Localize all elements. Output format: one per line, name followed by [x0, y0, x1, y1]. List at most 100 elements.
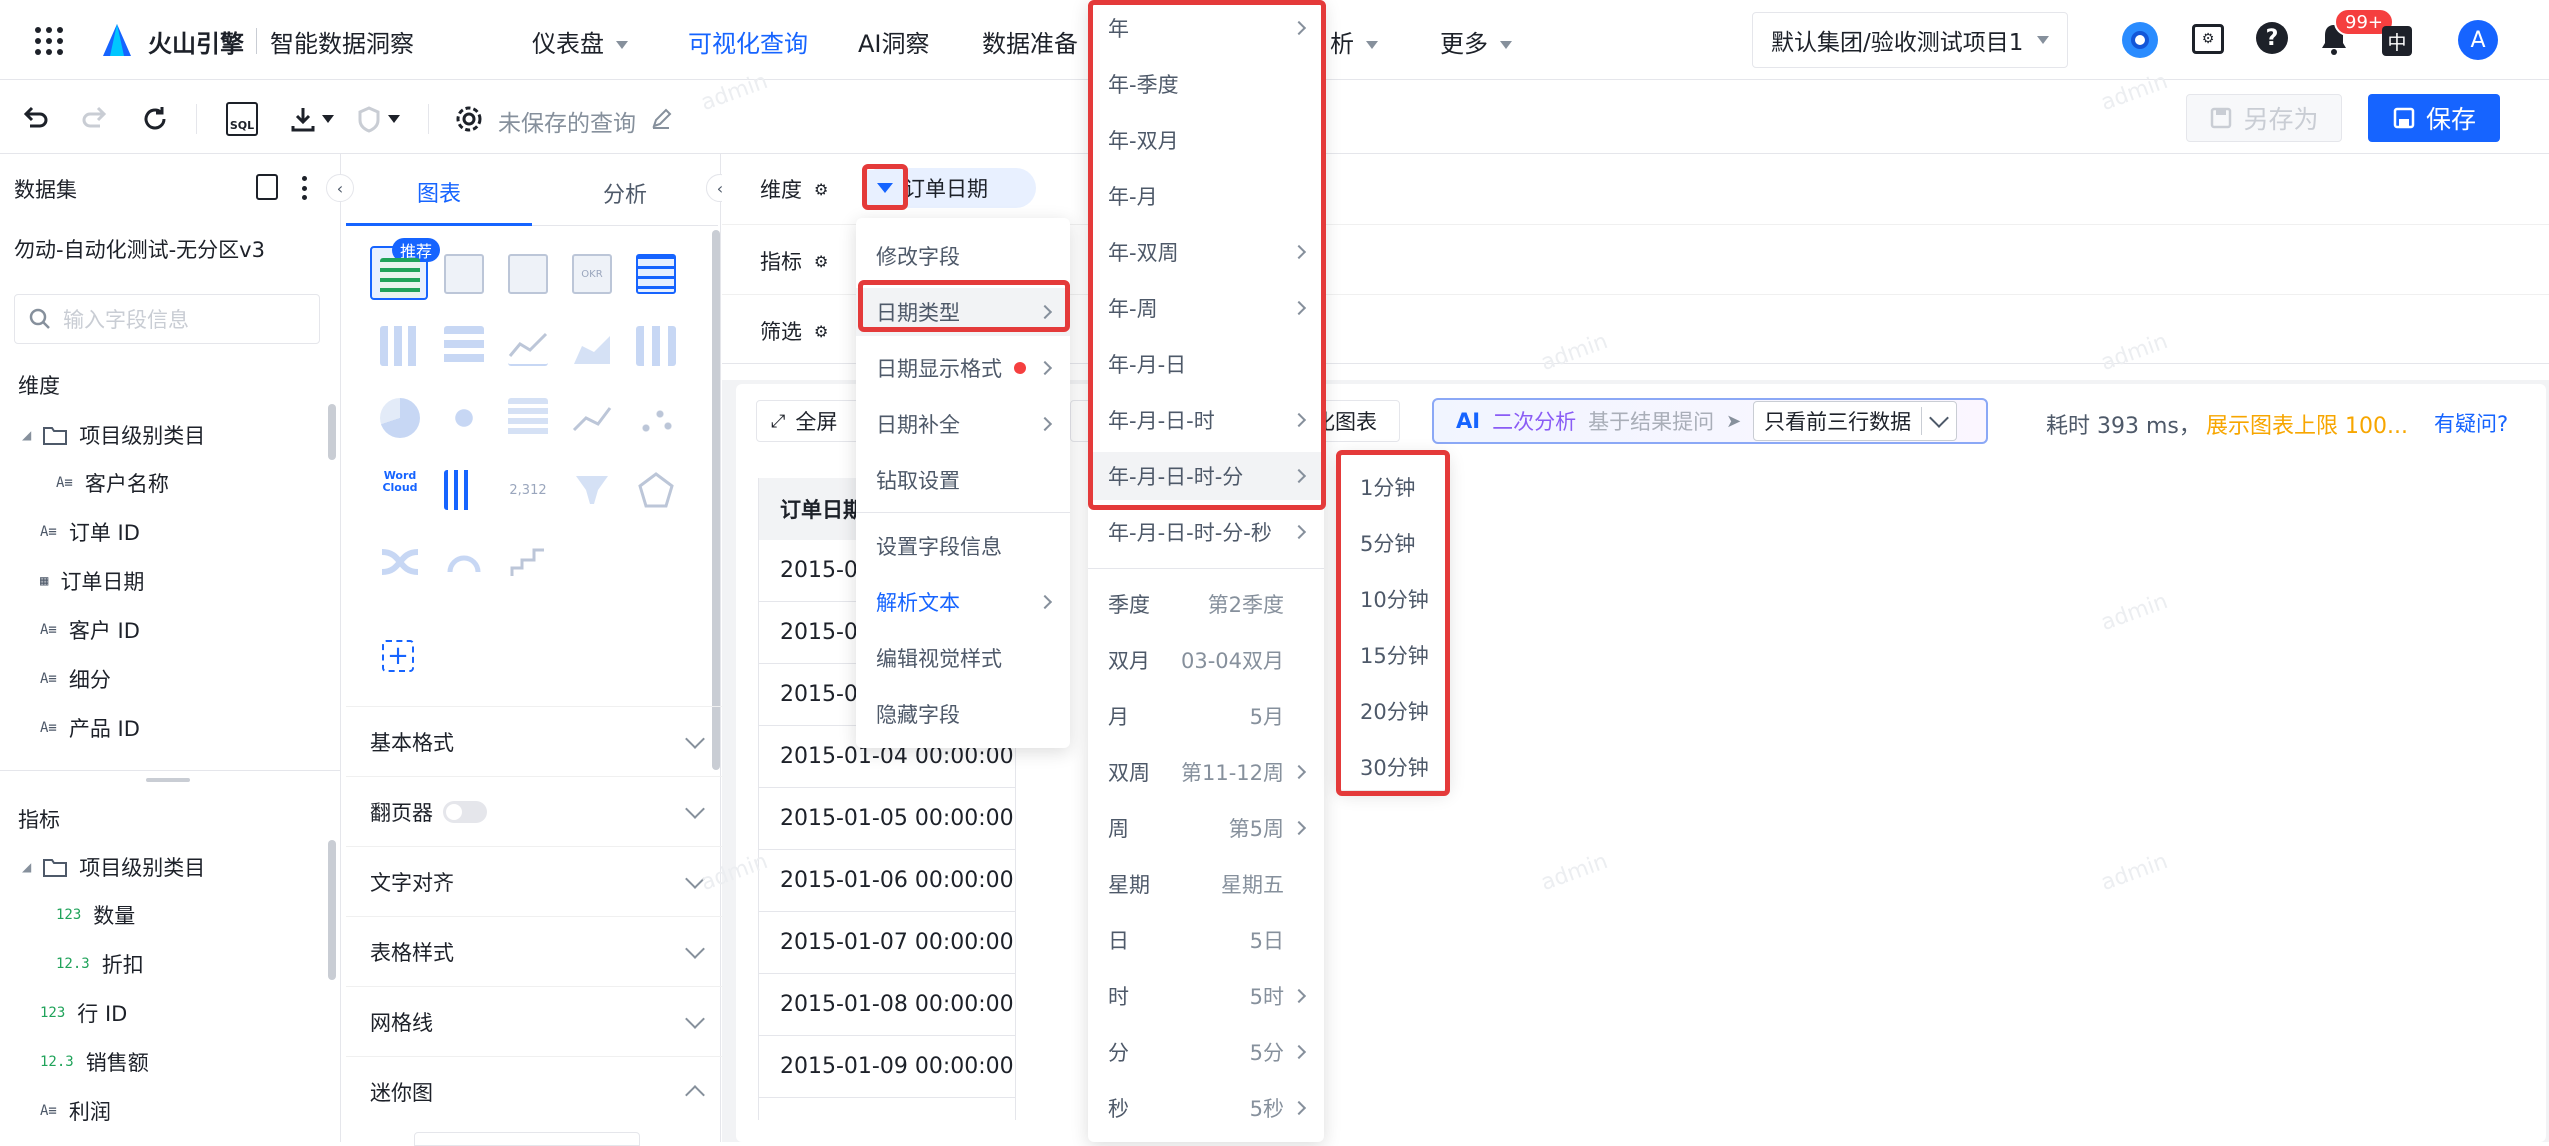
section-basic-format[interactable]: 基本格式 — [346, 706, 726, 776]
dataset-name[interactable]: 勿动-自动化测试-无分区v3 — [14, 234, 265, 264]
nav-visual-query[interactable]: 可视化查询 — [688, 24, 808, 59]
project-selector[interactable]: 默认集团/验收测试项目1 — [1752, 12, 2068, 68]
date-part-quarter[interactable]: 季度 第2季度 — [1088, 580, 1324, 628]
send-icon[interactable]: ➤ — [1726, 411, 1741, 432]
chip-dropdown-button[interactable] — [866, 170, 904, 206]
menu-item-drill-settings[interactable]: 钻取设置 — [856, 456, 1070, 504]
dimension-field[interactable]: A≡ 细分 — [40, 664, 111, 694]
nav-analysis[interactable]: 析 — [1330, 24, 1378, 59]
map-chart-icon[interactable] — [444, 398, 484, 438]
cross-table-icon[interactable] — [508, 254, 548, 294]
minute-option[interactable]: 30分钟 — [1338, 742, 1448, 792]
sql-icon[interactable]: SQL — [226, 102, 258, 136]
language-toggle[interactable]: 中 — [2382, 26, 2412, 56]
detail-table-icon[interactable] — [636, 254, 676, 294]
section-table-style[interactable]: 表格样式 — [346, 916, 726, 986]
undo-icon[interactable] — [20, 104, 50, 134]
avatar[interactable]: A — [2458, 20, 2498, 60]
funnel-icon[interactable] — [572, 470, 612, 510]
nav-dashboard[interactable]: 仪表盘 — [532, 24, 628, 59]
menu-item-parse-text[interactable]: 解析文本 — [856, 578, 1070, 626]
date-part-biweek[interactable]: 双周 第11-12周 — [1088, 748, 1324, 796]
refresh-icon[interactable] — [140, 104, 170, 134]
date-type-year-month-day[interactable]: 年-月-日 — [1088, 340, 1324, 388]
menu-item-date-fill[interactable]: 日期补全 — [856, 400, 1070, 448]
sankey-icon[interactable] — [380, 542, 420, 582]
minute-option[interactable]: 15分钟 — [1338, 630, 1448, 680]
ai-option-select[interactable]: 只看前三行数据 — [1753, 401, 1958, 441]
step-chart-icon[interactable] — [508, 542, 548, 582]
line-chart-icon[interactable] — [508, 326, 548, 366]
scrollbar[interactable] — [712, 230, 720, 770]
section-sparkline[interactable]: 迷你图 — [346, 1056, 726, 1126]
combo-chart-icon[interactable] — [636, 326, 676, 366]
metric-field[interactable]: 12.3 折扣 — [56, 949, 144, 979]
more-vertical-icon[interactable] — [302, 176, 308, 200]
date-part-bimonth[interactable]: 双月 03-04双月 — [1088, 636, 1324, 684]
settings-box-icon[interactable]: ⚙ — [2192, 24, 2224, 54]
redo-icon[interactable] — [80, 104, 110, 134]
menu-item-date-format[interactable]: 日期显示格式 — [856, 344, 1070, 392]
date-type-year-quarter[interactable]: 年-季度 — [1088, 60, 1324, 108]
date-type-year-bimonth[interactable]: 年-双月 — [1088, 116, 1324, 164]
minute-option[interactable]: 10分钟 — [1338, 574, 1448, 624]
menu-item-visual-style[interactable]: 编辑视觉样式 — [856, 634, 1070, 682]
date-part-day[interactable]: 日 5日 — [1088, 916, 1324, 964]
waterfall-icon[interactable] — [572, 398, 612, 438]
help-icon[interactable]: ? — [2256, 22, 2288, 54]
scrollbar[interactable] — [328, 840, 336, 980]
nav-data-prep[interactable]: 数据准备 — [982, 24, 1078, 59]
pie-chart-icon[interactable] — [380, 398, 420, 438]
date-type-ymd-hour[interactable]: 年-月-日-时 — [1088, 396, 1324, 444]
date-type-year-month[interactable]: 年-月 — [1088, 172, 1324, 220]
save-button[interactable]: 保存 — [2368, 94, 2500, 142]
help-link[interactable]: 有疑问? — [2434, 408, 2508, 438]
kpi-icon[interactable]: OKR — [572, 254, 612, 294]
app-ring-icon[interactable] — [2122, 22, 2158, 58]
date-type-year-week[interactable]: 年-周 — [1088, 284, 1324, 332]
menu-item-field-info[interactable]: 设置字段信息 — [856, 522, 1070, 570]
radar-icon[interactable] — [636, 470, 676, 510]
indicator-card-icon[interactable]: 2,312 — [508, 470, 548, 510]
query-title[interactable]: 未保存的查询 — [498, 104, 636, 138]
dimension-folder[interactable]: ◢ 项目级别类目 — [22, 420, 205, 450]
date-part-week[interactable]: 周第5周 — [1088, 804, 1324, 852]
area-chart-icon[interactable] — [572, 326, 612, 366]
add-chart-icon[interactable]: + — [382, 640, 414, 672]
date-part-hour[interactable]: 时 5时 — [1088, 972, 1324, 1020]
gear-icon[interactable]: ⚙ — [814, 180, 828, 199]
date-type-year[interactable]: 年 — [1088, 4, 1324, 52]
save-as-button[interactable]: 另存为 — [2186, 94, 2342, 142]
tab-analysis[interactable]: 分析 — [532, 160, 718, 226]
lock-share-icon[interactable] — [354, 102, 404, 136]
horizontal-bar-icon[interactable] — [444, 326, 484, 366]
dimension-field[interactable]: A≡ 客户名称 — [56, 468, 169, 498]
date-part-weekday[interactable]: 星期 星期五 — [1088, 860, 1324, 908]
date-part-second[interactable]: 秒 5秒 — [1088, 1084, 1324, 1132]
histogram-icon[interactable] — [444, 470, 484, 510]
edit-pencil-icon[interactable] — [650, 108, 672, 130]
apps-grid-icon[interactable] — [34, 26, 64, 56]
date-part-minute[interactable]: 分 5分 — [1088, 1028, 1324, 1076]
menu-item-hide-field[interactable]: 隐藏字段 — [856, 690, 1070, 738]
nav-ai-insight[interactable]: AI洞察 — [858, 24, 930, 59]
section-text-align[interactable]: 文字对齐 — [346, 846, 726, 916]
pivot-table-icon[interactable] — [444, 254, 484, 294]
scatter-chart-icon[interactable] — [636, 398, 676, 438]
date-type-ymd-hour-minute[interactable]: 年-月-日-时-分 — [1088, 452, 1324, 500]
stack-chart-icon[interactable] — [508, 398, 548, 438]
download-icon[interactable] — [288, 102, 338, 136]
field-search-input[interactable]: 输入字段信息 — [14, 294, 320, 344]
metric-field[interactable]: 12.3 销售额 — [40, 1047, 149, 1077]
minute-option[interactable]: 1分钟 — [1338, 462, 1448, 512]
tab-chart[interactable]: 图表 — [346, 160, 532, 226]
gear-icon[interactable]: ⚙ — [814, 252, 828, 271]
section-pager[interactable]: 翻页器 — [346, 776, 726, 846]
ai-analysis-box[interactable]: AI 二次分析 基于结果提问 ➤ 只看前三行数据 — [1432, 398, 1988, 444]
metric-folder[interactable]: ◢ 项目级别类目 — [22, 852, 205, 882]
menu-item-date-type[interactable]: 日期类型 — [856, 288, 1070, 336]
menu-item-edit-field[interactable]: 修改字段 — [856, 232, 1070, 280]
metric-field[interactable]: 123 行 ID — [40, 998, 127, 1028]
nav-more[interactable]: 更多 — [1440, 24, 1512, 59]
minute-option[interactable]: 20分钟 — [1338, 686, 1448, 736]
